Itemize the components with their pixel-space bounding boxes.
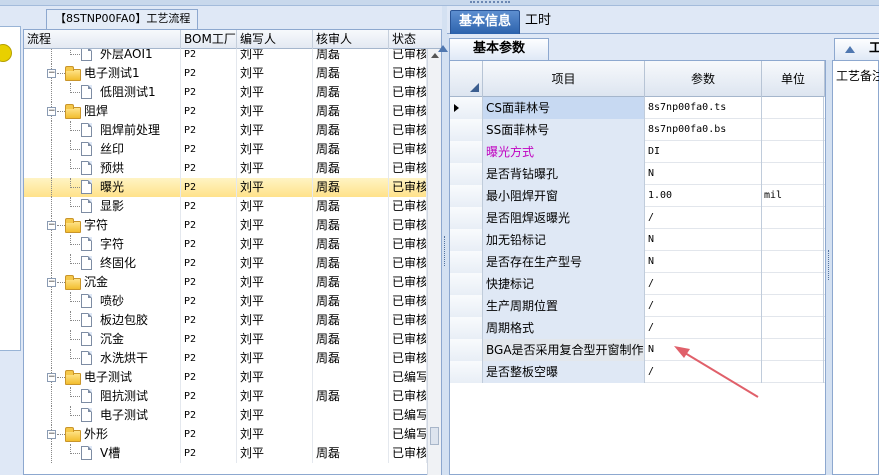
annotation-arrow-head bbox=[674, 346, 690, 358]
annotation-arrow-line bbox=[679, 349, 759, 398]
annotation-arrow bbox=[674, 346, 759, 398]
